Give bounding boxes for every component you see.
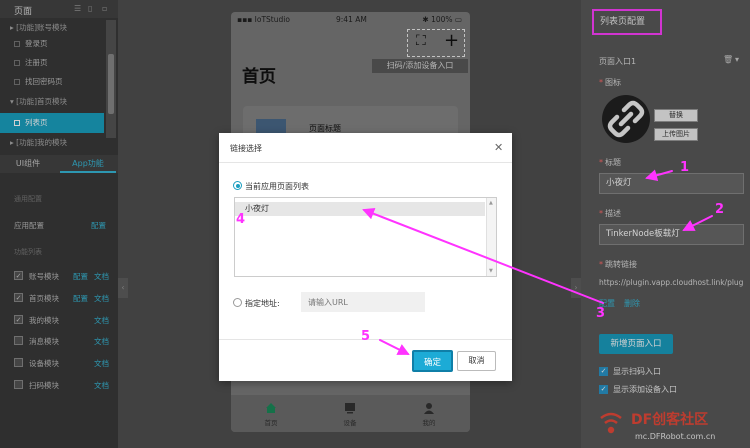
annotation-number-4: 4 [236,212,246,227]
list-scrollbar[interactable]: ▲ ▼ [486,198,496,276]
app-page-list[interactable]: 小夜灯 ▲ ▼ [234,197,497,277]
annotation-number-1: 1 [680,160,690,175]
scroll-up-icon[interactable]: ▲ [489,200,493,206]
dialog-title: 链接选择 [230,144,262,153]
annotation-number-3: 3 [596,306,606,321]
cancel-button[interactable]: 取消 [457,351,496,371]
annotation-number-2: 2 [715,202,725,217]
url-input[interactable] [301,292,425,312]
dialog-header: 链接选择 ✕ [219,133,512,163]
close-icon[interactable]: ✕ [494,141,503,154]
scroll-down-icon[interactable]: ▼ [489,268,493,274]
custom-url-radio[interactable] [233,298,242,307]
annotation-number-5: 5 [361,329,371,344]
confirm-button[interactable]: 确定 [412,350,453,372]
custom-url-option-label[interactable]: 指定地址: [245,298,280,309]
current-app-option-label[interactable]: 当前应用页面列表 [245,181,309,192]
current-app-radio[interactable] [233,181,242,190]
list-item[interactable]: 小夜灯 [235,202,485,216]
